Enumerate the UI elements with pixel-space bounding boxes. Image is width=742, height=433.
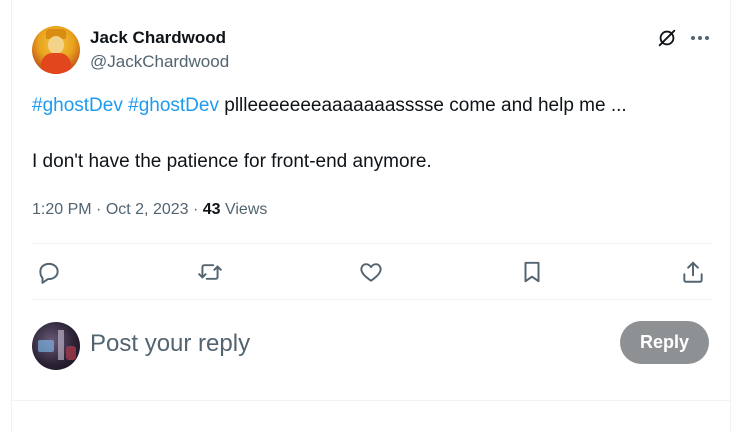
tweet-meta: 1:20 PM · Oct 2, 2023 · 43 Views: [32, 199, 267, 221]
avatar-body: [41, 53, 71, 74]
divider: [12, 400, 730, 401]
hashtag-link[interactable]: #ghostDev: [32, 95, 123, 116]
tweet-time[interactable]: 1:20 PM: [32, 201, 92, 218]
author-handle[interactable]: @JackChardwood: [90, 51, 229, 73]
retweet-icon[interactable]: [197, 259, 223, 285]
avatar-detail: [38, 340, 54, 352]
reply-icon[interactable]: [36, 259, 62, 285]
share-icon[interactable]: [680, 259, 706, 285]
tweet-text-line-1: #ghostDev #ghostDev pllleeeeeeeaaaaaaass…: [32, 92, 722, 119]
tweet-card: Jack Chardwood @JackChardwood #ghostDev …: [11, 0, 731, 433]
views-label[interactable]: Views: [221, 201, 267, 218]
tweet-text: #ghostDev #ghostDev pllleeeeeeeaaaaaaass…: [32, 92, 722, 175]
tweet-text-body: pllleeeeeeeaaaaaaasssse come and help me…: [218, 95, 627, 116]
tweet-date[interactable]: Oct 2, 2023: [106, 201, 189, 218]
divider: [32, 243, 712, 244]
divider: [32, 299, 712, 300]
user-avatar[interactable]: [32, 322, 80, 370]
tweet-text-line-2: I don't have the patience for front-end …: [32, 151, 432, 172]
grok-icon[interactable]: [656, 27, 678, 49]
hashtag-link[interactable]: #ghostDev: [128, 95, 219, 116]
reply-input[interactable]: [90, 326, 590, 362]
reply-button[interactable]: Reply: [620, 321, 709, 364]
more-icon[interactable]: [688, 27, 712, 49]
meta-separator: ·: [188, 201, 203, 218]
avatar-detail: [66, 346, 76, 360]
avatar-face: [48, 36, 64, 54]
views-count[interactable]: 43: [203, 201, 221, 218]
bookmark-icon[interactable]: [519, 259, 545, 285]
avatar-detail: [58, 330, 64, 360]
meta-separator: ·: [91, 201, 106, 218]
author-name[interactable]: Jack Chardwood: [90, 27, 226, 49]
author-avatar[interactable]: [32, 26, 80, 74]
heart-icon[interactable]: [358, 259, 384, 285]
